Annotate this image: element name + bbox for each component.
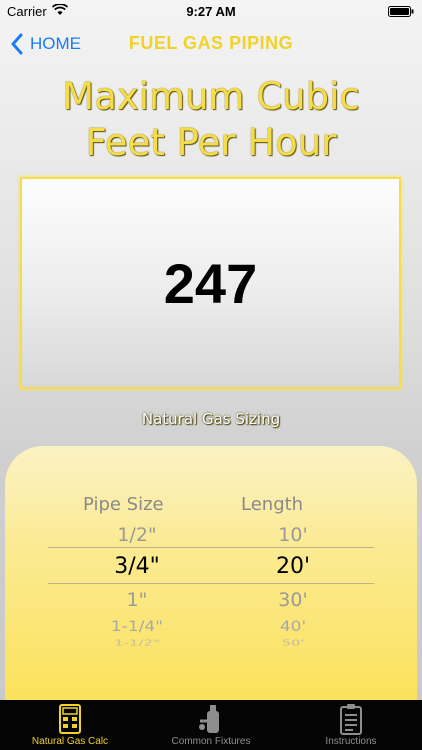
pipe-size-selected[interactable]: 3/4" [77, 554, 197, 579]
tab-common-fixtures[interactable]: Common Fixtures [141, 700, 281, 750]
pipe-size-header: Pipe Size [83, 494, 164, 515]
pipe-size-option[interactable]: 1-1/4" [77, 618, 197, 635]
page-heading: Maximum Cubic Feet Per Hour [0, 74, 422, 166]
fixtures-icon [199, 705, 219, 733]
heading-line-2: Feet Per Hour [85, 121, 337, 164]
battery-icon [388, 6, 414, 17]
heading-line-1: Maximum Cubic [62, 75, 360, 118]
pipe-size-option[interactable]: 1" [77, 589, 197, 611]
tab-instructions[interactable]: Instructions [281, 700, 421, 750]
pipe-length-picker[interactable]: Pipe Size Length 1/2" 10' 3/4" 20' 1" 30… [5, 446, 417, 704]
tab-label: Common Fixtures [171, 736, 251, 747]
length-option[interactable]: 50' [233, 638, 353, 648]
length-header: Length [241, 494, 304, 515]
status-bar: Carrier 9:27 AM [0, 0, 422, 22]
clipboard-icon [340, 704, 362, 735]
pipe-size-option[interactable]: 1/2" [77, 524, 197, 546]
tab-label: Instructions [325, 736, 377, 747]
result-box: 247 [20, 177, 401, 389]
tab-label: Natural Gas Calc [31, 736, 109, 747]
status-time: 9:27 AM [186, 4, 236, 19]
length-option[interactable]: 10' [233, 524, 353, 546]
calculator-icon [59, 704, 81, 734]
length-option[interactable]: 30' [233, 589, 353, 611]
pipe-size-option[interactable]: 1-1/2" [77, 638, 197, 648]
cfh-result-value: 247 [163, 251, 258, 315]
nav-title: FUEL GAS PIPING [128, 33, 294, 53]
selection-divider-top [48, 547, 374, 548]
length-selected[interactable]: 20' [233, 554, 353, 579]
tab-bar: Natural Gas Calc Common Fixtures Instruc… [0, 700, 422, 750]
length-option[interactable]: 40' [233, 618, 353, 635]
sizing-label: Natural Gas Sizing [141, 410, 281, 428]
selection-divider-bottom [48, 583, 374, 584]
tab-natural-gas-calc[interactable]: Natural Gas Calc [0, 700, 140, 750]
navigation-bar: HOME FUEL GAS PIPING [0, 22, 422, 66]
